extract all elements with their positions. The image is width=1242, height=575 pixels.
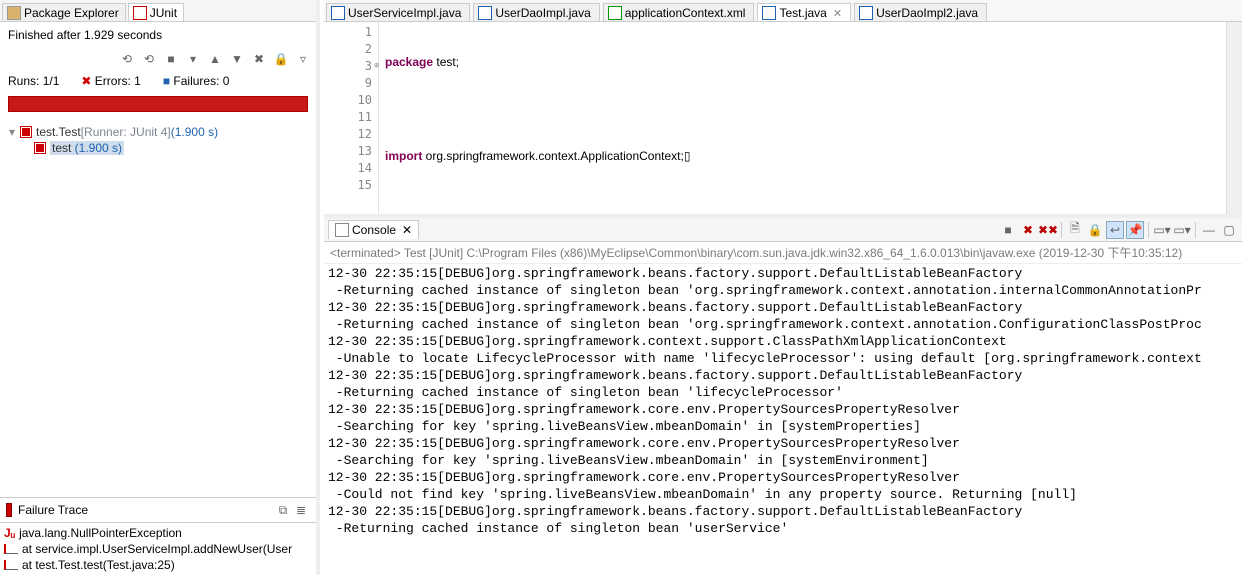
java-icon bbox=[478, 6, 492, 20]
exception-icon: Jᵤ bbox=[4, 526, 15, 540]
line-gutter[interactable]: 1 2 3 9 10 11 12 13 14 15 bbox=[324, 22, 379, 214]
expand-icon[interactable]: ▾ bbox=[6, 125, 18, 139]
next-failure-button[interactable]: ▼ bbox=[228, 50, 246, 68]
console-icon bbox=[335, 223, 349, 237]
terminate-button[interactable]: ■ bbox=[999, 221, 1017, 239]
view-menu-button[interactable]: ▿ bbox=[294, 50, 312, 68]
compare-button[interactable]: ≣ bbox=[292, 501, 310, 519]
trace-line[interactable]: at service.impl.UserServiceImpl.addNewUs… bbox=[0, 541, 316, 557]
display-console-button[interactable]: ▭▾ bbox=[1153, 221, 1171, 239]
runs-label: Runs: 1/1 bbox=[8, 74, 59, 88]
java-icon bbox=[331, 6, 345, 20]
remove-launch-button[interactable]: ✖ bbox=[1019, 221, 1037, 239]
maximize-button[interactable]: ▢ bbox=[1220, 221, 1238, 239]
clear-console-button[interactable]: 🗎 bbox=[1066, 221, 1084, 239]
junit-icon bbox=[133, 6, 147, 20]
junit-status: Finished after 1.929 seconds bbox=[0, 22, 316, 48]
trace-line[interactable]: at test.Test.test(Test.java:25) bbox=[0, 557, 316, 573]
test-tree-child[interactable]: test (1.900 s) bbox=[6, 140, 310, 156]
package-icon bbox=[7, 6, 21, 20]
minimize-button[interactable]: — bbox=[1200, 221, 1218, 239]
pin-console-button[interactable]: 📌 bbox=[1126, 221, 1144, 239]
tree-label: test.Test bbox=[36, 125, 81, 139]
xml-icon bbox=[608, 6, 622, 20]
view-tab-junit[interactable]: JUnit bbox=[128, 3, 184, 21]
failure-trace-list: Jᵤjava.lang.NullPointerException at serv… bbox=[0, 523, 316, 575]
tree-time: (1.900 s) bbox=[71, 141, 122, 155]
view-tab-label: JUnit bbox=[150, 6, 177, 20]
error-icon bbox=[20, 126, 32, 138]
stack-icon bbox=[4, 544, 18, 554]
code-editor[interactable]: package test; import org.springframework… bbox=[379, 22, 1226, 214]
editor-tab[interactable]: UserServiceImpl.java bbox=[326, 3, 470, 21]
editor-tab-active[interactable]: Test.java✕ bbox=[757, 3, 851, 21]
java-icon bbox=[859, 6, 873, 20]
vertical-scrollbar[interactable] bbox=[1226, 22, 1242, 214]
open-console-button[interactable]: ▭▾ bbox=[1173, 221, 1191, 239]
history-button[interactable]: ▾ bbox=[184, 50, 202, 68]
tree-label: test bbox=[52, 141, 71, 155]
rerun-failed-button[interactable]: ⟲ bbox=[140, 50, 158, 68]
close-icon[interactable]: ✕ bbox=[402, 223, 412, 237]
remove-all-button[interactable]: ✖✖ bbox=[1039, 221, 1057, 239]
tree-runner: [Runner: JUnit 4] bbox=[81, 125, 171, 139]
java-icon bbox=[762, 6, 776, 20]
scroll-lock-button[interactable]: 🔒 bbox=[272, 50, 290, 68]
failure-trace-title: Failure Trace bbox=[18, 503, 88, 517]
stop-button[interactable]: ■ bbox=[162, 50, 180, 68]
failures-label: Failures: 0 bbox=[163, 74, 230, 88]
view-tab-package-explorer[interactable]: Package Explorer bbox=[2, 3, 126, 21]
trace-line[interactable]: Jᵤjava.lang.NullPointerException bbox=[0, 525, 316, 541]
filter-trace-button[interactable]: ⧉ bbox=[274, 501, 292, 519]
tree-time: (1.900 s) bbox=[171, 125, 218, 139]
editor-tab[interactable]: UserDaoImpl2.java bbox=[854, 3, 987, 21]
failure-trace-icon bbox=[6, 503, 12, 517]
word-wrap-button[interactable]: ↩ bbox=[1106, 221, 1124, 239]
errors-label: Errors: 1 bbox=[81, 74, 140, 88]
progress-bar bbox=[8, 96, 308, 112]
test-tree-root[interactable]: ▾ test.Test [Runner: JUnit 4] (1.900 s) bbox=[6, 124, 310, 140]
editor-tabs: UserServiceImpl.java UserDaoImpl.java ap… bbox=[324, 0, 1242, 22]
view-tab-label: Package Explorer bbox=[24, 6, 119, 20]
prev-failure-button[interactable]: ▲ bbox=[206, 50, 224, 68]
console-output[interactable]: 12-30 22:35:15[DEBUG]org.springframework… bbox=[324, 264, 1242, 575]
stack-icon bbox=[4, 560, 18, 570]
close-icon[interactable]: ✕ bbox=[833, 7, 842, 20]
show-failures-button[interactable]: ✖ bbox=[250, 50, 268, 68]
editor-tab[interactable]: applicationContext.xml bbox=[603, 3, 755, 21]
rerun-button[interactable]: ⟲ bbox=[118, 50, 136, 68]
scroll-lock-button[interactable]: 🔒 bbox=[1086, 221, 1104, 239]
console-tab[interactable]: Console ✕ bbox=[328, 220, 419, 239]
error-icon bbox=[34, 142, 46, 154]
editor-tab[interactable]: UserDaoImpl.java bbox=[473, 3, 599, 21]
console-status: <terminated> Test [JUnit] C:\Program Fil… bbox=[324, 242, 1242, 264]
